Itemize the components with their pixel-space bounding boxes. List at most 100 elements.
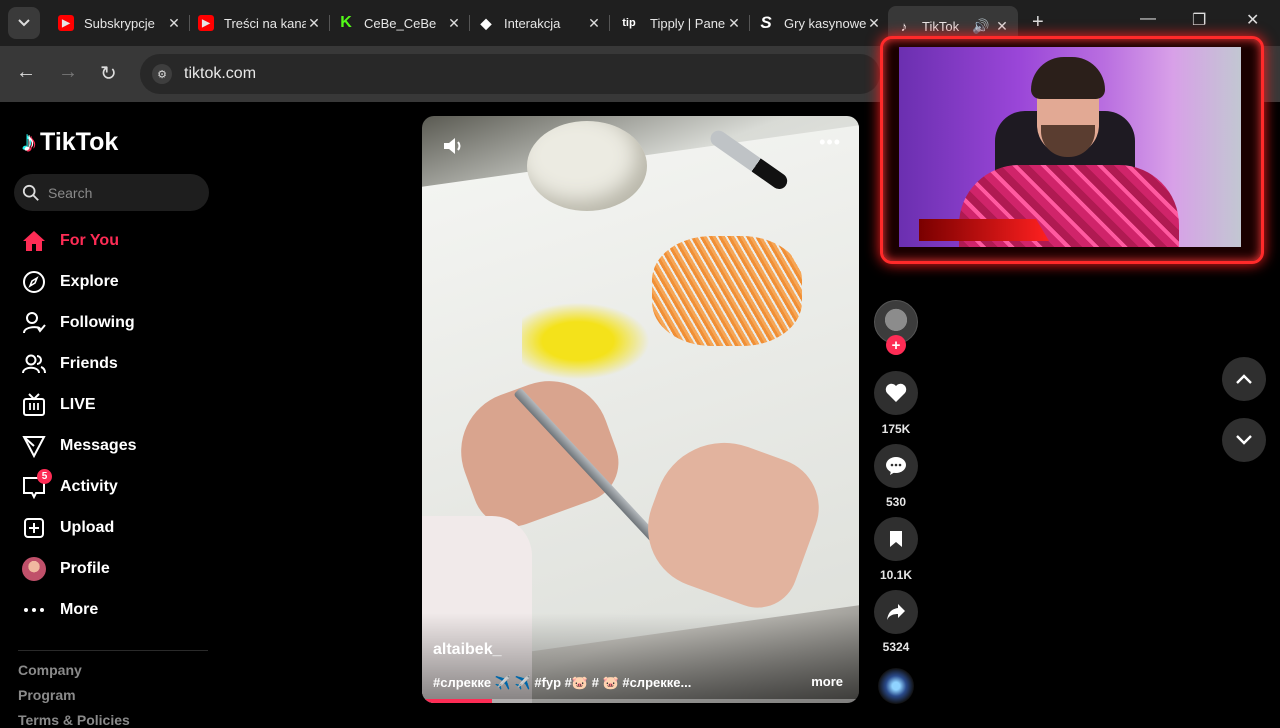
sidebar-item-profile[interactable]: Profile [20, 554, 110, 584]
tiktok-logo[interactable]: ♪ TikTok [22, 126, 118, 158]
like-button[interactable] [874, 371, 918, 415]
search-input[interactable] [48, 184, 198, 201]
chevron-down-icon [1236, 435, 1252, 445]
minimize-button[interactable]: — [1140, 10, 1156, 28]
browser-tab[interactable]: ▶ Treści na kanale ✕ [190, 8, 330, 38]
next-video-button[interactable] [1222, 418, 1266, 462]
sidebar-item-friends[interactable]: Friends [20, 349, 118, 379]
sidebar-item-activity[interactable]: 5 Activity [20, 469, 118, 502]
video-frame-towel [527, 121, 647, 211]
sidebar: ♪ TikTok For You Explore Following Frien… [0, 102, 225, 728]
youtube-studio-icon: ▶ [198, 15, 214, 31]
close-tab-icon[interactable]: ✕ [726, 15, 742, 32]
footer-link-company[interactable]: Company [18, 662, 82, 678]
forward-button[interactable]: → [58, 61, 78, 84]
browser-tab[interactable]: S Gry kasynowe ✕ [750, 8, 890, 38]
search-box[interactable] [14, 174, 209, 211]
tab-title: Gry kasynowe [784, 15, 866, 31]
tiktok-icon: ♪ [900, 18, 908, 34]
live-icon [20, 391, 48, 419]
tab-search-button[interactable] [8, 7, 40, 39]
share-count: 5324 [882, 640, 910, 654]
sidebar-item-label: Upload [60, 519, 115, 536]
profile-avatar [20, 555, 48, 583]
sidebar-item-label: Following [60, 314, 135, 331]
comment-button[interactable] [874, 444, 918, 488]
tab-title: Treści na kanale [224, 15, 306, 31]
sidebar-item-label: More [60, 601, 99, 618]
music-disc-icon[interactable] [878, 668, 914, 704]
sidebar-item-messages[interactable]: Messages [20, 431, 137, 461]
comment-icon [886, 457, 906, 475]
tipply-icon: tip [622, 17, 636, 29]
kick-icon: K [340, 14, 352, 31]
browser-tab[interactable]: ▶ Subskrypcje ✕ [50, 8, 190, 38]
webcam-hair [1031, 57, 1105, 99]
restore-button[interactable]: ❐ [1192, 10, 1206, 30]
save-button[interactable] [874, 517, 918, 561]
browser-tab[interactable]: tip Tipply | Panel ✕ [610, 8, 750, 38]
webcam-frame-accent [919, 219, 1049, 241]
follow-button[interactable]: + [886, 335, 906, 355]
heart-icon [885, 383, 907, 402]
video-author[interactable]: altaibek_ [433, 641, 501, 659]
sidebar-item-label: Activity [60, 478, 118, 495]
address-bar[interactable]: ⚙ tiktok.com [140, 54, 880, 94]
sidebar-item-more[interactable]: More [20, 595, 98, 625]
chevron-down-icon [18, 19, 30, 27]
close-tab-icon[interactable]: ✕ [166, 15, 182, 32]
close-tab-icon[interactable]: ✕ [306, 15, 322, 32]
new-tab-button[interactable]: + [1032, 11, 1044, 34]
chevron-up-icon [1236, 374, 1252, 384]
webcam-feed [899, 47, 1241, 247]
close-tab-icon[interactable]: ✕ [866, 15, 882, 32]
volume-icon[interactable] [442, 136, 464, 156]
more-icon [20, 596, 48, 624]
browser-tab[interactable]: K CeBe_CeBe ✕ [330, 8, 470, 38]
video-frame-carrots [652, 236, 802, 346]
like-count: 175K [881, 422, 911, 436]
close-tab-icon[interactable]: ✕ [446, 15, 462, 32]
search-icon [22, 184, 39, 201]
sidebar-item-upload[interactable]: Upload [20, 513, 114, 543]
sidebar-item-label: Messages [60, 437, 137, 454]
sidebar-item-label: Profile [60, 560, 110, 577]
close-tab-icon[interactable]: ✕ [586, 15, 602, 32]
close-tab-icon[interactable]: ✕ [994, 18, 1010, 35]
home-icon [20, 227, 48, 255]
site-info-icon[interactable]: ⚙ [152, 64, 172, 84]
compass-icon [20, 268, 48, 296]
brand-name: TikTok [40, 127, 119, 156]
reload-button[interactable]: ↻ [100, 61, 117, 86]
save-count: 10.1K [879, 568, 913, 582]
tab-title: Tipply | Panel [650, 15, 726, 31]
tab-title: Interakcja [504, 15, 561, 31]
sidebar-item-following[interactable]: Following [20, 308, 135, 338]
diamond-icon: ◆ [480, 14, 492, 31]
video-progress-bar[interactable] [422, 699, 859, 703]
browser-tab[interactable]: ◆ Interakcja ✕ [470, 8, 610, 38]
friends-icon [20, 350, 48, 378]
sidebar-item-live[interactable]: LIVE [20, 390, 96, 420]
footer-link-terms[interactable]: Terms & Policies [18, 712, 130, 728]
close-window-button[interactable]: ✕ [1246, 10, 1259, 30]
sidebar-item-for-you[interactable]: For You [20, 226, 119, 256]
share-button[interactable] [874, 590, 918, 634]
upload-icon [20, 514, 48, 542]
video-player[interactable]: ••• altaibek_ #слрекке ✈️ ✈️ #fyp #🐷 # 🐷… [422, 116, 859, 703]
share-icon [887, 604, 905, 620]
activity-icon: 5 [20, 469, 52, 501]
footer-link-program[interactable]: Program [18, 687, 76, 703]
back-button[interactable]: ← [16, 61, 36, 84]
tab-title: TikTok [922, 18, 960, 34]
video-options-icon[interactable]: ••• [819, 132, 841, 153]
speaker-icon[interactable]: 🔊 [972, 18, 989, 35]
webcam-overlay [880, 36, 1264, 264]
sidebar-item-explore[interactable]: Explore [20, 267, 119, 297]
previous-video-button[interactable] [1222, 357, 1266, 401]
video-caption[interactable]: #слрекке ✈️ ✈️ #fyp #🐷 # 🐷 #слрекке... [433, 675, 691, 691]
tiktok-note-icon: ♪ [22, 126, 36, 157]
caption-more-button[interactable]: more [811, 674, 843, 689]
stake-icon: S [760, 13, 772, 32]
sidebar-item-label: For You [60, 232, 119, 249]
